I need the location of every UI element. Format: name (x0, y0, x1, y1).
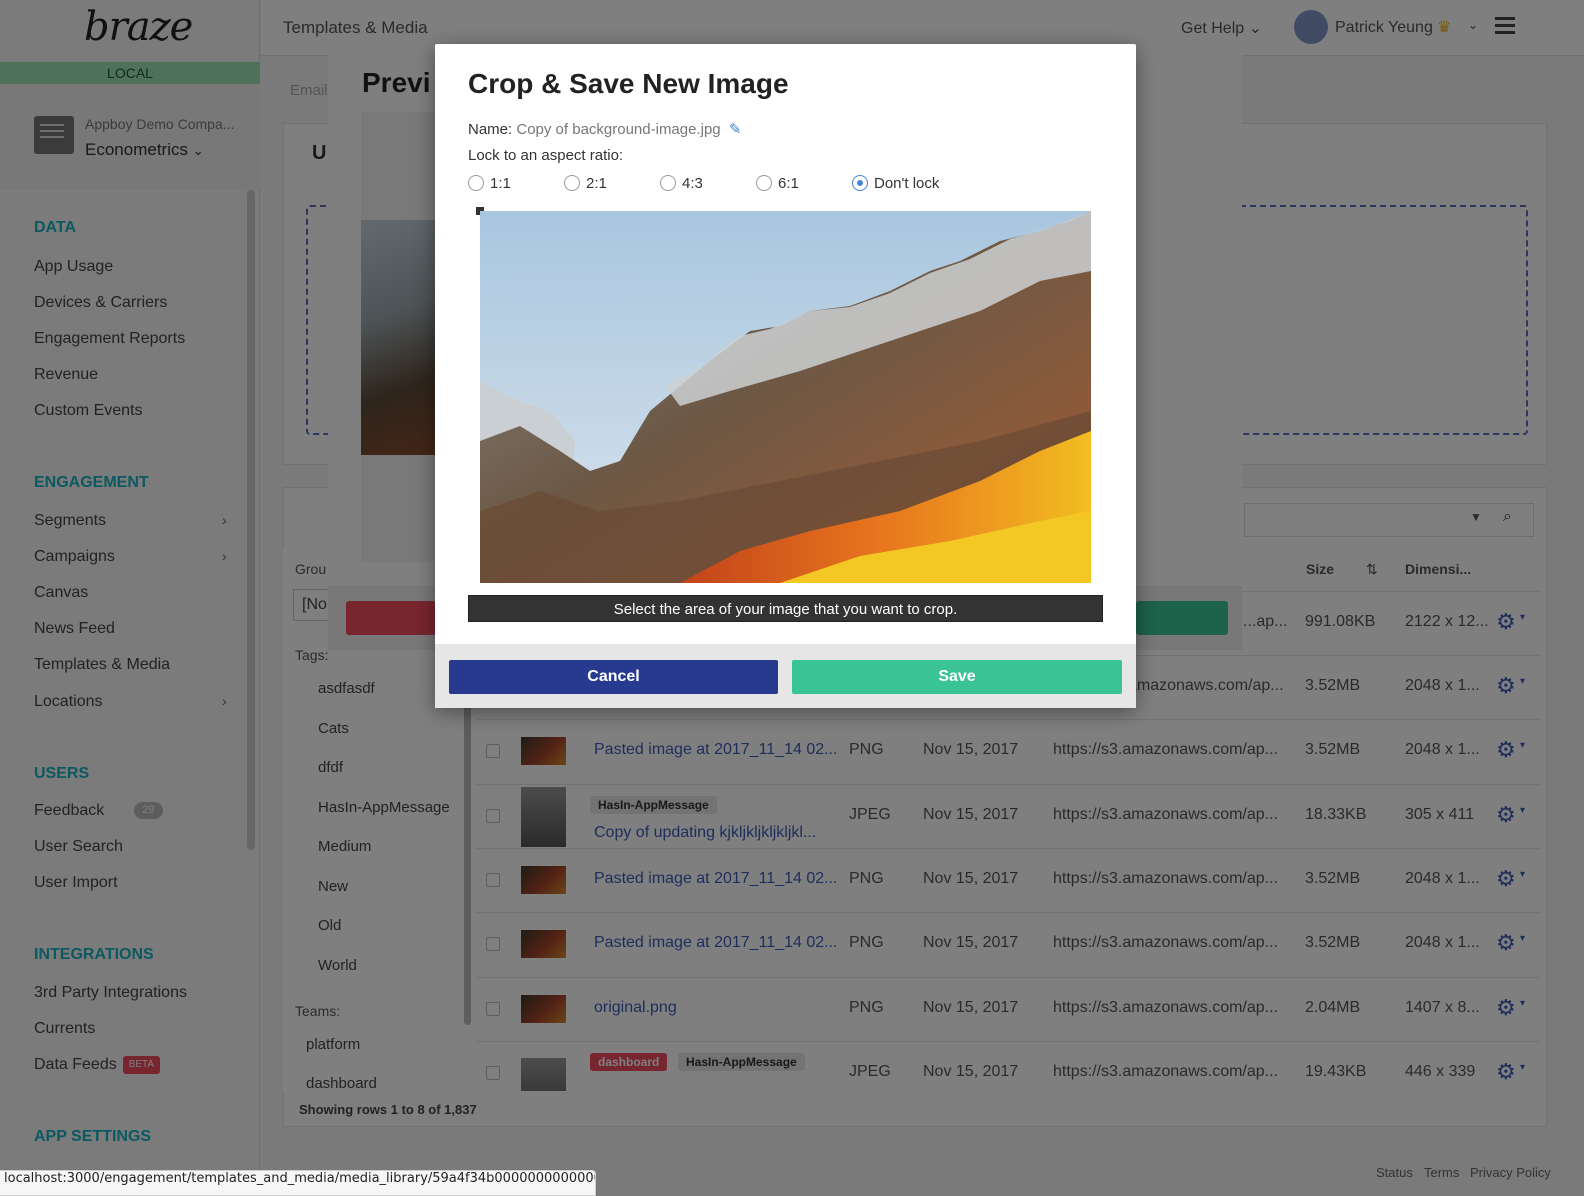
radio-label: 2:1 (586, 175, 607, 192)
radio-ratio-1-1[interactable]: 1:1 (468, 175, 511, 192)
radio-label: Don't lock (874, 175, 940, 192)
name-label: Name: (468, 121, 513, 138)
image-name-row: Name: Copy of background-image.jpg ✎ (468, 120, 741, 138)
radio-button[interactable] (468, 175, 484, 191)
mountain-landscape-image (480, 211, 1091, 583)
radio-label: 4:3 (682, 175, 703, 192)
radio-ratio-2-1[interactable]: 2:1 (564, 175, 607, 192)
pencil-icon[interactable]: ✎ (729, 121, 742, 138)
save-button[interactable]: Save (792, 660, 1122, 694)
radio-dont-lock[interactable]: Don't lock (852, 175, 939, 192)
aspect-ratio-label: Lock to an aspect ratio: (468, 147, 624, 164)
cancel-button[interactable]: Cancel (449, 660, 778, 694)
status-url-bar: localhost:3000/engagement/templates_and_… (0, 1170, 596, 1196)
radio-label: 1:1 (490, 175, 511, 192)
crop-save-modal: Crop & Save New Image Name: Copy of back… (435, 44, 1136, 708)
radio-button[interactable] (756, 175, 772, 191)
radio-ratio-4-3[interactable]: 4:3 (660, 175, 703, 192)
radio-button[interactable] (564, 175, 580, 191)
modal-title: Crop & Save New Image (468, 68, 789, 99)
radio-ratio-6-1[interactable]: 6:1 (756, 175, 799, 192)
radio-button[interactable] (660, 175, 676, 191)
crop-hint-bar: Select the area of your image that you w… (468, 595, 1103, 622)
crop-image-area[interactable] (480, 211, 1091, 583)
image-name-value[interactable]: Copy of background-image.jpg (516, 121, 720, 138)
radio-label: 6:1 (778, 175, 799, 192)
radio-button-selected[interactable] (852, 175, 868, 191)
